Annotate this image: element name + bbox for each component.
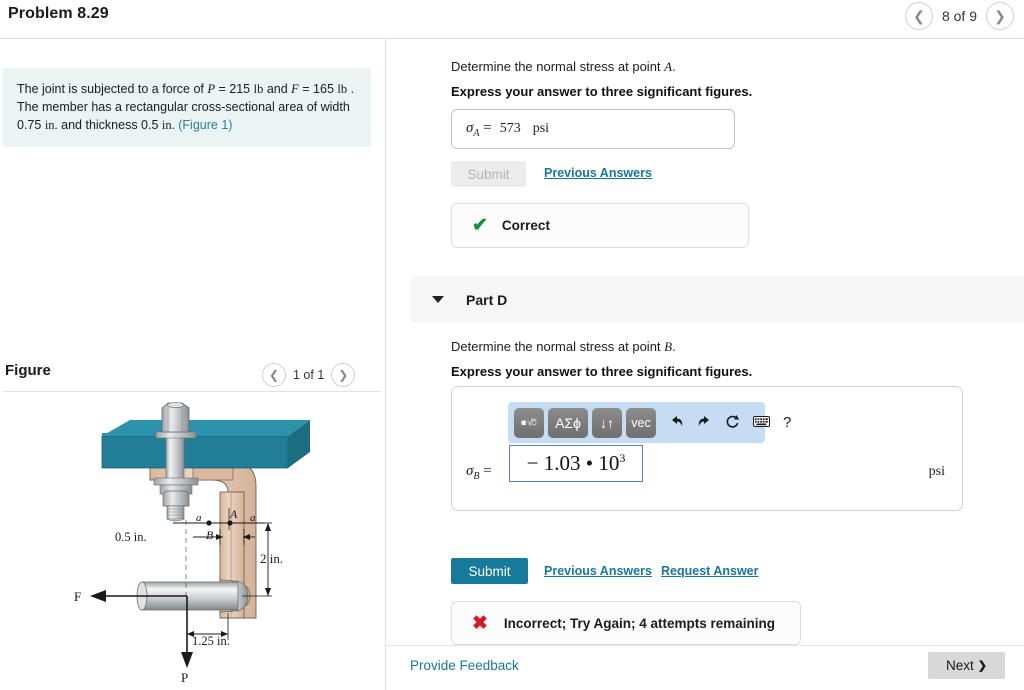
part-d-sigma-label: σB = [466, 463, 492, 482]
part-d-answer-widget: □ ΑΣϕ ↓↑ vec ? σB = − 1.03 • 103 psi [451, 386, 963, 511]
caret-down-icon[interactable] [432, 296, 444, 303]
problem-statement: The joint is subjected to a force of P =… [3, 68, 371, 148]
svg-text:a: a [196, 512, 202, 524]
chevron-left-icon[interactable]: ❮ [904, 2, 933, 30]
part-d-answer-input[interactable]: − 1.03 • 103 [509, 445, 643, 482]
part-c-sigma-label: σA = [466, 119, 492, 139]
svg-text:P: P [181, 670, 188, 685]
problem-pager: ❮ 8 of 9 ❯ [904, 2, 1014, 30]
answer-exponent: 3 [619, 451, 626, 465]
answer-panel: Determine the normal stress at point A. … [386, 39, 1024, 690]
reset-icon[interactable] [725, 414, 740, 432]
arrows-key[interactable]: ↓↑ [592, 407, 622, 438]
template-root-key[interactable]: □ [514, 407, 544, 438]
part-c-prompt-period: . [672, 59, 676, 74]
svg-text:B: B [206, 528, 214, 542]
undo-icon[interactable] [669, 414, 684, 431]
part-c-answer-field[interactable]: σA = 573 psi [451, 109, 735, 149]
part-c-previous-answers-link[interactable]: Previous Answers [544, 166, 652, 180]
svg-text:a: a [250, 512, 256, 524]
figure-image[interactable]: a a A B 0.5 in. 2 in. 1.25 in. F P [60, 400, 380, 685]
figure-next-icon[interactable]: ❯ [331, 363, 356, 387]
part-c-submit-button[interactable]: Submit [451, 161, 526, 187]
svg-text:1.25 in.: 1.25 in. [192, 634, 230, 648]
greek-symbols-key[interactable]: ΑΣϕ [548, 407, 588, 438]
check-icon: ✔ [472, 215, 488, 236]
vector-key[interactable]: vec [626, 407, 656, 438]
chevron-right-icon[interactable]: ❯ [986, 2, 1014, 30]
part-c-prompt: Determine the normal stress at point A. [451, 58, 676, 76]
part-d-answer-value: − 1.03 • 103 [527, 451, 626, 476]
part-c-status-label: Correct [501, 218, 550, 233]
next-button[interactable]: Next ❯ [928, 652, 1005, 679]
next-button-label: Next [946, 658, 974, 673]
part-d-prompt: Determine the normal stress at point B. [451, 338, 676, 356]
part-c-status-banner: ✔ Correct [451, 203, 749, 248]
figure-prev-icon[interactable]: ❮ [262, 363, 286, 387]
svg-text:A: A [229, 507, 238, 521]
part-c-unit: psi [532, 121, 550, 136]
svg-text:F: F [74, 589, 81, 604]
part-c-express-note: Express your answer to three significant… [451, 84, 753, 99]
redo-icon[interactable] [697, 414, 712, 431]
part-c-point-symbol: A [664, 59, 673, 74]
keyboard-icon[interactable] [753, 415, 770, 430]
svg-text:2 in.: 2 in. [260, 551, 283, 566]
part-d-status-label: Incorrect; Try Again; 4 attempts remaini… [503, 615, 775, 631]
figure-panel-title: Figure [5, 362, 51, 379]
help-icon[interactable]: ? [783, 415, 791, 430]
part-d-request-answer-link[interactable]: Request Answer [661, 564, 758, 578]
x-icon: ✖ [472, 612, 488, 634]
part-d-point-symbol: B [664, 339, 673, 354]
chevron-right-icon: ❯ [977, 660, 987, 672]
part-d-submit-button[interactable]: Submit [451, 558, 528, 584]
page-title: Problem 8.29 [8, 5, 109, 22]
part-d-unit: psi [928, 464, 945, 479]
part-c-answer-value: 573 [499, 121, 521, 136]
part-d-status-banner: ✖ Incorrect; Try Again; 4 attempts remai… [451, 601, 801, 645]
part-d-prompt-period: . [672, 339, 676, 354]
math-toolbar: □ ΑΣϕ ↓↑ vec ? [508, 402, 791, 443]
figure-pager-label: 1 of 1 [293, 368, 325, 382]
figure-link[interactable]: (Figure 1) [178, 118, 232, 132]
figure-pager: ❮ 1 of 1 ❯ [262, 363, 356, 387]
svg-text:0.5 in.: 0.5 in. [115, 530, 147, 544]
part-d-prompt-text: Determine the normal stress at point [451, 339, 665, 354]
part-d-express-note: Express your answer to three significant… [451, 364, 753, 379]
figure-divider [3, 391, 381, 392]
provide-feedback-link[interactable]: Provide Feedback [410, 658, 519, 673]
part-d-header[interactable]: Part D [411, 276, 1024, 323]
part-d-label: Part D [466, 291, 508, 308]
part-d-previous-answers-link[interactable]: Previous Answers [544, 564, 652, 578]
footer-divider [386, 645, 1024, 646]
pager-label: 8 of 9 [941, 8, 977, 24]
top-bar: Problem 8.29 ❮ 8 of 9 ❯ [0, 0, 1024, 38]
answer-mantissa: − 1.03 • 10 [526, 451, 620, 475]
part-c-prompt-text: Determine the normal stress at point [451, 59, 665, 74]
